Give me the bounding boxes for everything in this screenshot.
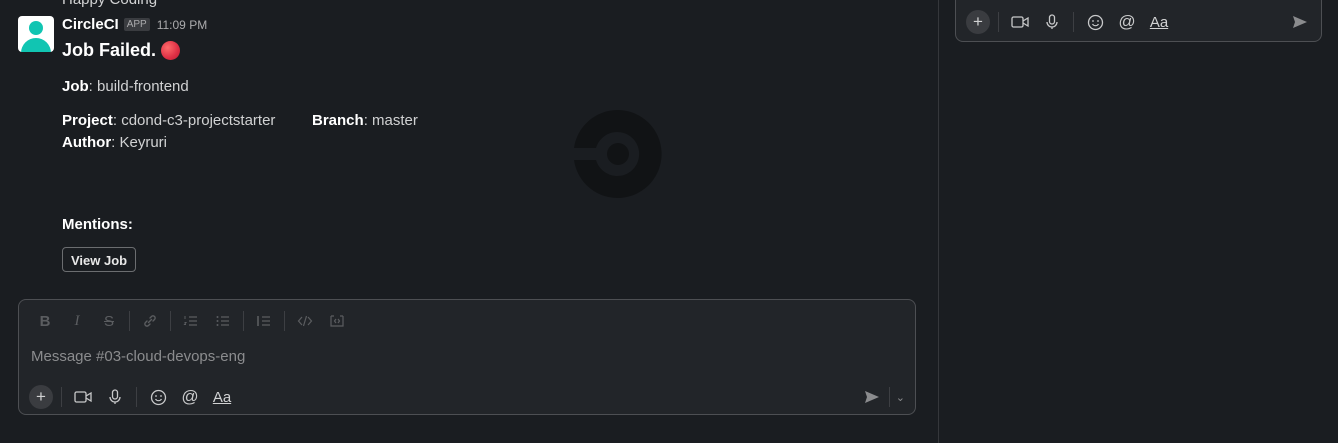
title-text: Job Failed.	[62, 40, 157, 60]
mention-icon[interactable]: @	[177, 385, 203, 409]
microphone-icon[interactable]	[1039, 10, 1065, 34]
message-input[interactable]: Message #03-cloud-devops-eng	[31, 348, 245, 365]
project-label: Project	[62, 112, 113, 129]
toolbar-divider	[61, 387, 62, 407]
strikethrough-icon[interactable]: S	[95, 310, 123, 332]
text-format-icon[interactable]: Aa	[209, 385, 235, 409]
avatar-head	[29, 21, 43, 35]
toolbar-divider	[998, 12, 999, 32]
mentions-field: Mentions:	[62, 216, 133, 233]
job-value: : build-frontend	[88, 78, 189, 95]
thread-send-controls	[1289, 11, 1311, 33]
view-job-button[interactable]: View Job	[62, 247, 137, 272]
emoji-icon[interactable]	[145, 385, 171, 409]
video-icon[interactable]	[70, 385, 96, 409]
emoji-icon[interactable]	[1082, 10, 1108, 34]
author-label: Author	[62, 134, 112, 151]
thread-composer-actions: + @ Aa	[966, 10, 1172, 34]
code-icon[interactable]	[291, 310, 319, 332]
send-icon[interactable]	[861, 386, 883, 408]
message-timestamp[interactable]: 11:09 PM	[157, 18, 207, 32]
toolbar-divider	[136, 387, 137, 407]
video-icon[interactable]	[1007, 10, 1033, 34]
project-value: : cdond-c3-projectstarter	[112, 112, 276, 129]
mention-icon[interactable]: @	[1114, 10, 1140, 34]
text-format-icon[interactable]: Aa	[1146, 10, 1172, 34]
toolbar-divider	[888, 387, 890, 407]
formatting-toolbar: B I S	[31, 310, 351, 332]
avatar[interactable]	[18, 16, 54, 52]
microphone-icon[interactable]	[102, 385, 128, 409]
job-label: Job	[62, 78, 89, 95]
toolbar-divider	[243, 311, 244, 331]
message-composer: B I S Message #03-cloud-devops-eng + @ A…	[18, 299, 916, 415]
job-field: Job: build-frontend	[62, 78, 189, 95]
plus-icon[interactable]: +	[966, 10, 990, 34]
project-field: Project: cdond-c3-projectstarter	[62, 112, 275, 129]
plus-icon[interactable]: +	[29, 385, 53, 409]
avatar-body	[21, 38, 51, 52]
blockquote-icon[interactable]	[250, 310, 278, 332]
bold-icon[interactable]: B	[31, 310, 59, 332]
branch-field: Branch: master	[312, 112, 418, 129]
thread-composer: + @ Aa	[955, 0, 1322, 42]
toolbar-divider	[129, 311, 130, 331]
toolbar-divider	[170, 311, 171, 331]
author-value: : Keyruri	[111, 134, 168, 151]
italic-icon[interactable]: I	[63, 310, 91, 332]
app-badge: APP	[123, 18, 150, 31]
send-controls: ⌄	[861, 386, 905, 408]
mentions-label: Mentions:	[62, 216, 133, 233]
thread-pane: + @ Aa	[939, 0, 1338, 443]
circleci-logo-icon	[574, 110, 662, 198]
branch-value: : master	[363, 112, 418, 129]
author-field: Author: Keyruri	[62, 134, 167, 151]
toolbar-divider	[1073, 12, 1074, 32]
bulleted-list-icon[interactable]	[209, 310, 237, 332]
send-icon[interactable]	[1289, 11, 1311, 33]
sender-name[interactable]: CircleCI	[62, 16, 119, 33]
branch-label: Branch	[312, 112, 364, 129]
previous-message-text: Happy Coding	[62, 0, 157, 8]
link-icon[interactable]	[136, 310, 164, 332]
red-circle-icon	[161, 41, 181, 60]
code-block-icon[interactable]	[323, 310, 351, 332]
message-header: CircleCI APP 11:09 PM	[62, 16, 207, 33]
channel-pane: Happy Coding CircleCI APP 11:09 PM Job F…	[0, 0, 938, 443]
toolbar-divider	[284, 311, 285, 331]
chevron-down-icon[interactable]: ⌄	[896, 391, 905, 404]
message-title: Job Failed.	[62, 40, 181, 61]
ordered-list-icon[interactable]	[177, 310, 205, 332]
composer-actions: + @ Aa	[29, 385, 235, 409]
